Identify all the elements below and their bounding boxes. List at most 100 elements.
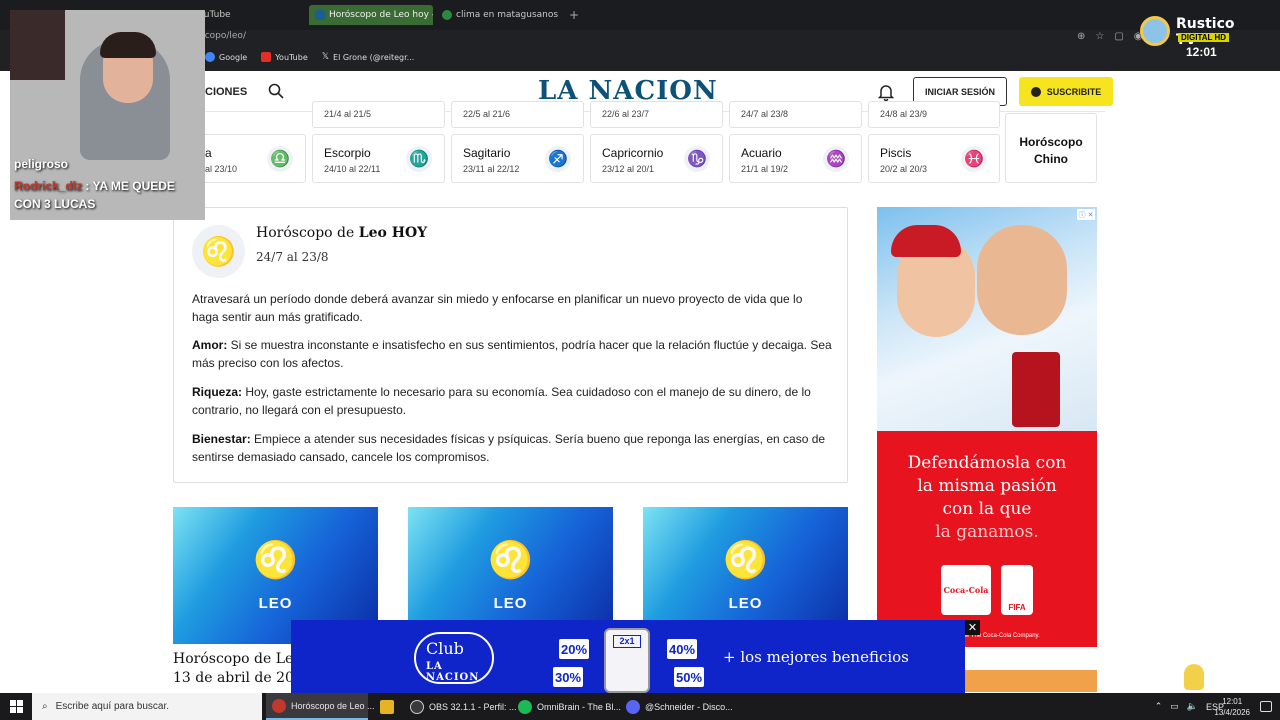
subscribe-button[interactable]: SUSCRIBITE bbox=[1019, 77, 1113, 106]
ad-line: con la que bbox=[942, 499, 1032, 519]
zodiac-card-virgo[interactable]: 24/8 al 23/9 bbox=[868, 101, 1000, 128]
zodiac-card-sagitario[interactable]: Sagitario 23/11 al 22/12 ♐ bbox=[451, 134, 584, 183]
zodiac-card-cancer[interactable]: 22/6 al 23/7 bbox=[590, 101, 723, 128]
extensions-icon[interactable]: ▢ bbox=[1114, 31, 1123, 42]
zoom-icon[interactable]: ⊕ bbox=[1077, 31, 1085, 42]
title-sign: Leo HOY bbox=[358, 225, 428, 241]
zodiac-dates: 22/6 al 23/7 bbox=[602, 109, 650, 119]
zodiac-dates: 21/1 al 19/2 bbox=[741, 164, 789, 174]
tile-label: LEO bbox=[258, 595, 293, 612]
chino-label: Chino bbox=[1034, 152, 1068, 166]
zodiac-card-capricornio[interactable]: Capricornio 23/12 al 20/1 ♑ bbox=[590, 134, 723, 183]
tab-youtube[interactable]: YouTube bbox=[188, 5, 306, 25]
zodiac-card-piscis[interactable]: Piscis 20/2 al 20/3 ♓ bbox=[868, 134, 1000, 183]
bookmark-icon[interactable]: ☆ bbox=[1095, 31, 1104, 42]
club-la-nacion-banner[interactable]: Club LA NACION 20% 30% 2x1 40% 50% + los … bbox=[291, 620, 965, 693]
club-benefits-text: + los mejores beneficios bbox=[723, 648, 909, 666]
network-icon[interactable]: ▭ bbox=[1170, 701, 1179, 712]
chevron-up-icon[interactable]: ⌃ bbox=[1155, 701, 1163, 712]
bookmark-google[interactable]: Google bbox=[205, 52, 247, 62]
tab-clima[interactable]: clima en matagusanos - B bbox=[436, 5, 560, 25]
clock-time: 12:01 bbox=[1222, 697, 1243, 706]
folder-icon bbox=[380, 699, 394, 714]
taskbar-search-placeholder: Escribe aquí para buscar. bbox=[55, 701, 170, 712]
zodiac-dates: 22/5 al 21/6 bbox=[463, 109, 511, 119]
zodiac-card-leo[interactable]: 24/7 al 23/8 bbox=[729, 101, 862, 128]
article-dates: 24/7 al 23/8 bbox=[256, 250, 329, 264]
club-logo-text: LA NACION bbox=[426, 661, 480, 683]
article-riqueza: Riqueza: Hoy, gaste estrictamente lo nec… bbox=[192, 383, 832, 419]
search-icon[interactable] bbox=[268, 83, 284, 104]
zodiac-dates: 20/2 al 20/3 bbox=[880, 164, 928, 174]
subscribe-label: SUSCRIBITE bbox=[1046, 86, 1102, 97]
discount-badge: 40% bbox=[667, 639, 697, 659]
bookmark-label: YouTube bbox=[275, 52, 308, 62]
ad-line: la ganamos. bbox=[935, 522, 1039, 542]
article-bienestar: Bienestar: Empiece a atender sus necesid… bbox=[192, 430, 832, 466]
pisces-icon: ♓ bbox=[961, 146, 987, 172]
card-title-line: Horóscopo de Leo d bbox=[173, 651, 293, 667]
card-title-line: 13 de abril de 2026 bbox=[173, 670, 293, 686]
fan-face-2 bbox=[977, 225, 1067, 335]
amor-text: Si se muestra inconstante e insatisfecho… bbox=[192, 338, 832, 370]
tab-horoscopo[interactable]: Horóscopo de Leo hoy - L bbox=[309, 5, 433, 25]
notification-icon[interactable] bbox=[1260, 701, 1272, 712]
ad-headline: Defendámosla con la misma pasión con la … bbox=[877, 452, 1097, 544]
bookmarks-bar: Google YouTube 𝕏 El Grone (@reitegr... bbox=[205, 52, 414, 62]
sagittarius-icon: ♐ bbox=[545, 146, 571, 172]
chino-label: Horóscopo bbox=[1019, 135, 1083, 149]
taskbar-app-label: @Schneider - Disco... bbox=[645, 701, 733, 712]
related-article-title[interactable]: Horóscopo de Leo d 13 de abril de 2026 bbox=[173, 650, 293, 688]
taskbar-app-browser[interactable]: Horóscopo de Leo ... bbox=[266, 693, 375, 720]
zodiac-name: Acuario bbox=[741, 146, 782, 160]
phone-illustration: 2x1 bbox=[604, 628, 650, 693]
close-ad-button[interactable]: ✕ bbox=[965, 620, 980, 635]
bookmark-x[interactable]: 𝕏 El Grone (@reitegr... bbox=[322, 52, 415, 62]
taskbar-app-label: Horóscopo de Leo ... bbox=[291, 700, 375, 711]
zodiac-card-tauro[interactable]: 21/4 al 21/5 bbox=[312, 101, 445, 128]
coca-cola-ad[interactable]: Defendámosla con la misma pasión con la … bbox=[877, 207, 1097, 647]
windows-taskbar: ⌕ Escribe aquí para buscar. Horóscopo de … bbox=[0, 693, 1280, 720]
title-prefix: Horóscopo de bbox=[256, 225, 359, 241]
horoscope-article: ♌ Horóscopo de Leo HOY 24/7 al 23/8 Atra… bbox=[173, 207, 848, 483]
volume-icon[interactable]: 🔈 bbox=[1187, 701, 1198, 712]
taskbar-app-spotify[interactable]: OmniBrain - The Bl... bbox=[512, 693, 621, 720]
taskbar-search[interactable]: ⌕ Escribe aquí para buscar. bbox=[32, 693, 262, 720]
zodiac-dates: 24/10 al 22/11 bbox=[324, 164, 381, 174]
bookmark-youtube[interactable]: YouTube bbox=[261, 52, 308, 62]
zodiac-card-geminis[interactable]: 22/5 al 21/6 bbox=[451, 101, 584, 128]
riqueza-label: Riqueza: bbox=[192, 385, 243, 399]
zodiac-card-escorpio[interactable]: Escorpio 24/10 al 22/11 ♏ bbox=[312, 134, 445, 183]
sections-menu-button[interactable]: CIONES bbox=[205, 86, 247, 98]
coca-cola-cup bbox=[1012, 352, 1060, 427]
riqueza-text: Hoy, gaste estrictamente lo necesario pa… bbox=[192, 385, 811, 417]
chat-message: Rodrick_dlz : YA ME QUEDE CON 3 LUCAS bbox=[14, 177, 204, 213]
fifa-logo: FIFA bbox=[1001, 565, 1033, 615]
bienestar-text: Empiece a atender sus necesidades física… bbox=[192, 432, 826, 464]
tv-overlay-logo: Rustico TV DIGITAL HD 12:01 bbox=[1140, 16, 1252, 59]
article-intro: Atravesará un período donde deberá avanz… bbox=[192, 292, 803, 324]
zodiac-card-chino[interactable]: Horóscopo Chino bbox=[1005, 113, 1097, 183]
discount-badge: 20% bbox=[559, 639, 589, 659]
taskbar-app-explorer[interactable] bbox=[374, 693, 400, 720]
fan-bandana bbox=[891, 225, 961, 257]
bookmark-label: Google bbox=[219, 52, 248, 62]
tv-clock: 12:01 bbox=[1186, 45, 1217, 59]
new-tab-button[interactable]: + bbox=[563, 5, 579, 25]
ad-line: Defendámosla con bbox=[907, 453, 1067, 473]
windows-start-icon[interactable] bbox=[10, 700, 23, 713]
taskbar-app-discord[interactable]: @Schneider - Disco... bbox=[620, 693, 733, 720]
taskbar-app-obs[interactable]: OBS 32.1.1 - Perfil: ... bbox=[404, 693, 517, 720]
ad-photo bbox=[877, 207, 1097, 431]
globe-icon bbox=[442, 10, 452, 20]
taskbar-clock[interactable]: 12:01 13/4/2026 bbox=[1214, 696, 1250, 718]
tv-badge: DIGITAL HD bbox=[1178, 33, 1230, 42]
webcam-background bbox=[10, 10, 65, 80]
leo-icon: ♌ bbox=[253, 539, 298, 580]
article-title: Horóscopo de Leo HOY bbox=[256, 225, 427, 241]
zodiac-name: Escorpio bbox=[324, 146, 371, 160]
ad-info-icon[interactable]: ⓘ ✕ bbox=[1077, 209, 1095, 220]
webcam-overlay: peligroso Rodrick_dlz : YA ME QUEDE CON … bbox=[10, 10, 205, 220]
address-bar[interactable]: scopo/leo/ bbox=[200, 31, 246, 41]
zodiac-card-acuario[interactable]: Acuario 21/1 al 19/2 ♒ bbox=[729, 134, 862, 183]
